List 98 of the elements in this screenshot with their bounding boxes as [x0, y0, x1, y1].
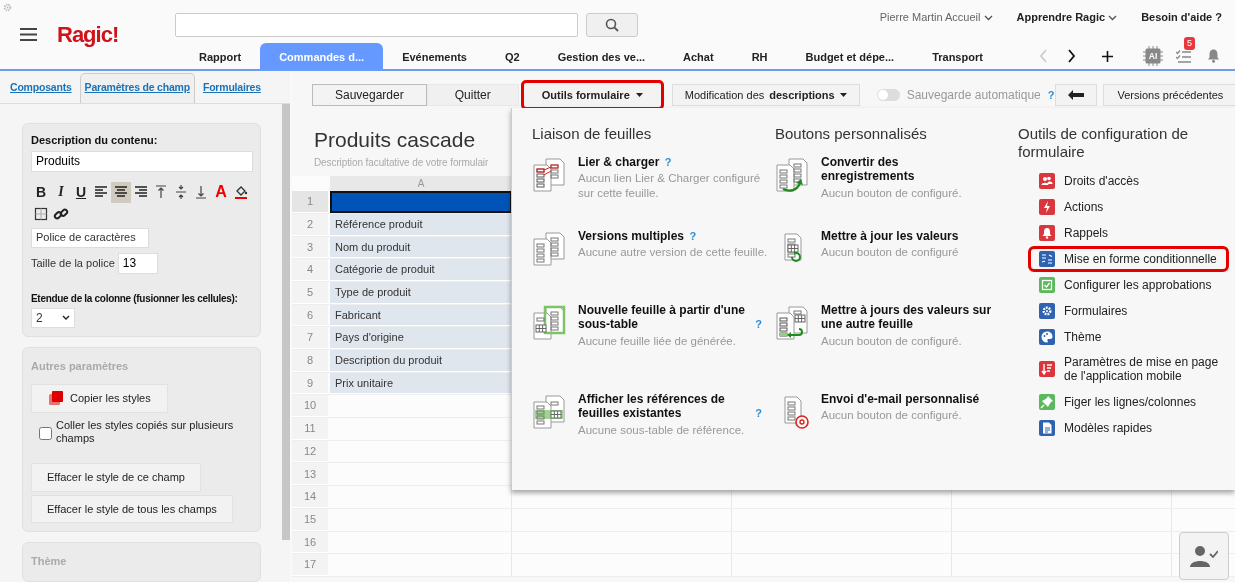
- description-text: Aucun bouton de configuré.: [821, 408, 963, 423]
- menu-item[interactable]: Droits d'accès: [1028, 168, 1229, 194]
- panel-tab[interactable]: Paramètres de champ: [79, 73, 195, 103]
- font-size-field[interactable]: 13: [117, 252, 158, 274]
- table-cell: Description du produit: [330, 350, 512, 372]
- menu-item[interactable]: Paramètres de mise en page de l'application mobile: [1028, 350, 1229, 389]
- menu-link[interactable]: Lier & charger: [578, 155, 660, 170]
- table-cell: Type de produit: [330, 281, 512, 304]
- menu-item[interactable]: Formulaires: [1028, 298, 1229, 324]
- menu-item[interactable]: Rappels: [1028, 220, 1229, 246]
- field-label: Etendue de la colonne (fusionner les cellules):: [31, 291, 238, 306]
- toggle-label: Sauvegarde automatique: [906, 87, 1041, 104]
- panel-tab[interactable]: Composants: [5, 73, 77, 103]
- sheet-tab[interactable]: Evénements: [383, 43, 486, 69]
- menu-link[interactable]: Versions multiples: [578, 229, 685, 244]
- description-text: Aucune feuille liée de générée.: [578, 333, 737, 349]
- row-number: 2: [292, 213, 328, 236]
- italic-button[interactable]: I: [51, 181, 71, 203]
- menu-link[interactable]: Nouvelle feuille à partir d'une sous-table: [578, 303, 750, 332]
- clear-style-button[interactable]: Effacer le style de tous les champs: [31, 494, 233, 523]
- menu-item[interactable]: Figer les lignes/colonnes: [1028, 388, 1229, 415]
- bold-button[interactable]: B: [31, 181, 51, 203]
- section-title: Thème: [31, 554, 68, 569]
- clear-style-button[interactable]: Effacer le style de ce champ: [31, 463, 201, 492]
- menu-link[interactable]: Afficher les références de feuilles existantes: [578, 392, 750, 421]
- row-number: 15: [292, 508, 328, 531]
- section-heading: Liaison de feuilles: [532, 125, 653, 143]
- field-label: Taille de la police: [31, 255, 115, 271]
- menu-link[interactable]: Mettre à jours des valeurs sur une autre feuille: [821, 303, 993, 332]
- menu-link[interactable]: Convertir des enregistrements: [821, 155, 993, 184]
- panel-tab[interactable]: Formulaires: [197, 73, 266, 103]
- font-select[interactable]: Police de caractères: [31, 227, 149, 248]
- sheet-tab[interactable]: Gestion des ve...: [538, 43, 665, 69]
- form-title: Produits cascade: [314, 127, 476, 153]
- description-text: Aucun bouton de configuré.: [821, 333, 963, 349]
- chip-label: AI: [1148, 51, 1158, 61]
- row-number: 6: [292, 304, 328, 327]
- description-text: Aucun bouton de configuré.: [821, 185, 963, 201]
- sheet-tab[interactable]: Achat: [664, 43, 733, 69]
- menu-item[interactable]: Modèles rapides: [1028, 414, 1229, 441]
- form-description: Description facultative de votre formulair: [314, 156, 489, 171]
- description-text: Aucune autre version de cette feuille.: [578, 245, 768, 260]
- menu-item[interactable]: Thème: [1028, 324, 1229, 350]
- description-field[interactable]: Produits: [31, 150, 253, 172]
- chip-icon[interactable]: AI: [1143, 46, 1163, 66]
- sheet-tab[interactable]: RH: [732, 43, 787, 69]
- notification-badge: 5: [1184, 37, 1195, 50]
- font-color-button[interactable]: A: [211, 181, 231, 203]
- column-span-select[interactable]: 2: [31, 307, 75, 328]
- menu-item[interactable]: Mise en forme conditionnelle: [1028, 246, 1229, 272]
- row-number: 14: [292, 486, 328, 508]
- description-text: Aucun bouton de configuré: [821, 245, 959, 260]
- menu-item[interactable]: Actions: [1028, 194, 1229, 220]
- form-tools-button[interactable]: Outils formulaire: [520, 80, 664, 110]
- table-cell: Catégorie de produit: [330, 259, 512, 281]
- row-number: 17: [292, 554, 328, 576]
- menu-link[interactable]: Envoi d'e-mail personnalisé: [821, 392, 980, 407]
- underline-button[interactable]: U: [71, 181, 91, 203]
- description-text: Aucune sous-table de référence.: [578, 422, 746, 438]
- menu-link[interactable]: Mettre à jour les valeurs: [821, 229, 959, 244]
- sheet-tab[interactable]: Transport: [913, 43, 1002, 69]
- row-number: 12: [292, 440, 328, 463]
- descriptions-button[interactable]: Modification des descriptions: [671, 84, 860, 106]
- sheet-tab[interactable]: Rapport: [180, 43, 261, 69]
- table-cell: Référence produit: [330, 213, 512, 236]
- table-cell: Pays d'origine: [330, 327, 512, 349]
- section-heading: Outils de configuration de formulaire: [1018, 125, 1190, 161]
- option-label: Coller les styles copiés sur plusieurs champs: [56, 418, 235, 446]
- row-number: 1: [292, 191, 328, 213]
- section-title: Autres paramètres: [31, 358, 130, 374]
- copy-styles-button[interactable]: Copier les styles: [31, 384, 168, 413]
- row-number: 7: [292, 327, 328, 349]
- row-number: 8: [292, 350, 328, 372]
- row-number: 16: [292, 531, 328, 554]
- menu-item[interactable]: Configurer les approbations: [1028, 272, 1229, 298]
- logo[interactable]: Ragic!: [57, 23, 119, 46]
- table-cell: Prix unitaire: [330, 372, 512, 395]
- table-cell: Fabricant: [330, 304, 512, 327]
- description-text: Aucun lien Lier & Charger configuré sur cette feuille.: [578, 171, 762, 201]
- row-number: 11: [292, 418, 328, 440]
- row-number: 13: [292, 463, 328, 486]
- save-button[interactable]: Sauvegarder: [312, 84, 427, 106]
- row-number: 3: [292, 236, 328, 259]
- header-link[interactable]: Besoin d'aide ?: [1141, 9, 1222, 26]
- row-number: 9: [292, 372, 328, 395]
- field-label: Description du contenu:: [31, 133, 159, 148]
- row-number: 5: [292, 281, 328, 304]
- quit-button[interactable]: Quitter: [426, 84, 519, 106]
- section-heading: Boutons personnalisés: [775, 125, 928, 143]
- row-number: 4: [292, 259, 328, 281]
- table-cell: Nom du produit: [330, 236, 512, 259]
- header-link[interactable]: Apprendre Ragic: [1016, 9, 1118, 26]
- versions-button[interactable]: Versions précédentes: [1102, 84, 1235, 106]
- header-link[interactable]: Pierre Martin Accueil: [879, 9, 993, 26]
- row-number: 10: [292, 395, 328, 418]
- column-header: A: [330, 176, 512, 192]
- sheet-tab[interactable]: Budget et dépe...: [786, 43, 914, 69]
- sheet-tab[interactable]: Q2: [485, 43, 539, 69]
